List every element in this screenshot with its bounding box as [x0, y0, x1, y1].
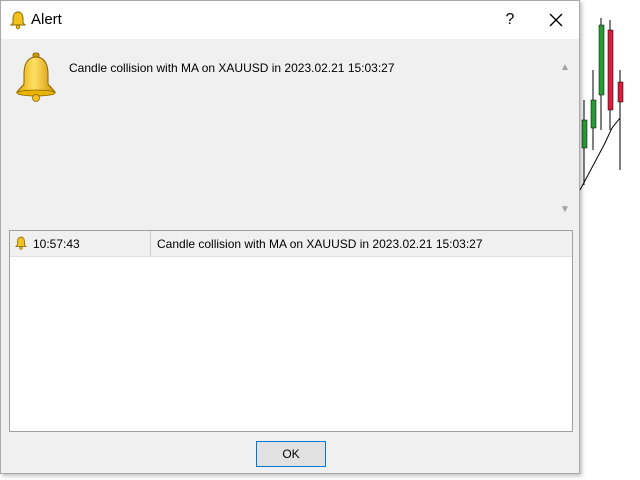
help-button[interactable]: ? [493, 5, 527, 35]
scroll-down-icon[interactable]: ▼ [557, 202, 573, 218]
alert-history-list[interactable]: 10:57:43 Candle collision with MA on XAU… [9, 230, 573, 432]
scroll-up-icon[interactable]: ▲ [557, 60, 573, 76]
bell-icon [9, 10, 27, 30]
close-button[interactable] [539, 5, 573, 35]
column-divider [150, 231, 151, 256]
alert-time: 10:57:43 [33, 237, 80, 251]
message-area: Candle collision with MA on XAUUSD in 20… [2, 40, 578, 222]
list-item[interactable]: 10:57:43 Candle collision with MA on XAU… [10, 231, 572, 257]
alert-message: Candle collision with MA on XAUUSD in 20… [69, 61, 395, 75]
bell-icon [14, 52, 58, 102]
chart-background [580, 0, 640, 480]
ok-button[interactable]: OK [256, 441, 326, 467]
title-bar: Alert ? [1, 1, 579, 39]
alert-row-message: Candle collision with MA on XAUUSD in 20… [157, 237, 483, 251]
close-icon [549, 13, 563, 27]
alert-dialog: Alert ? Candle collision with MA on XAUU… [0, 0, 580, 474]
bell-icon [15, 236, 27, 250]
message-scrollbar[interactable]: ▲ ▼ [557, 58, 573, 220]
window-title: Alert [31, 11, 62, 28]
